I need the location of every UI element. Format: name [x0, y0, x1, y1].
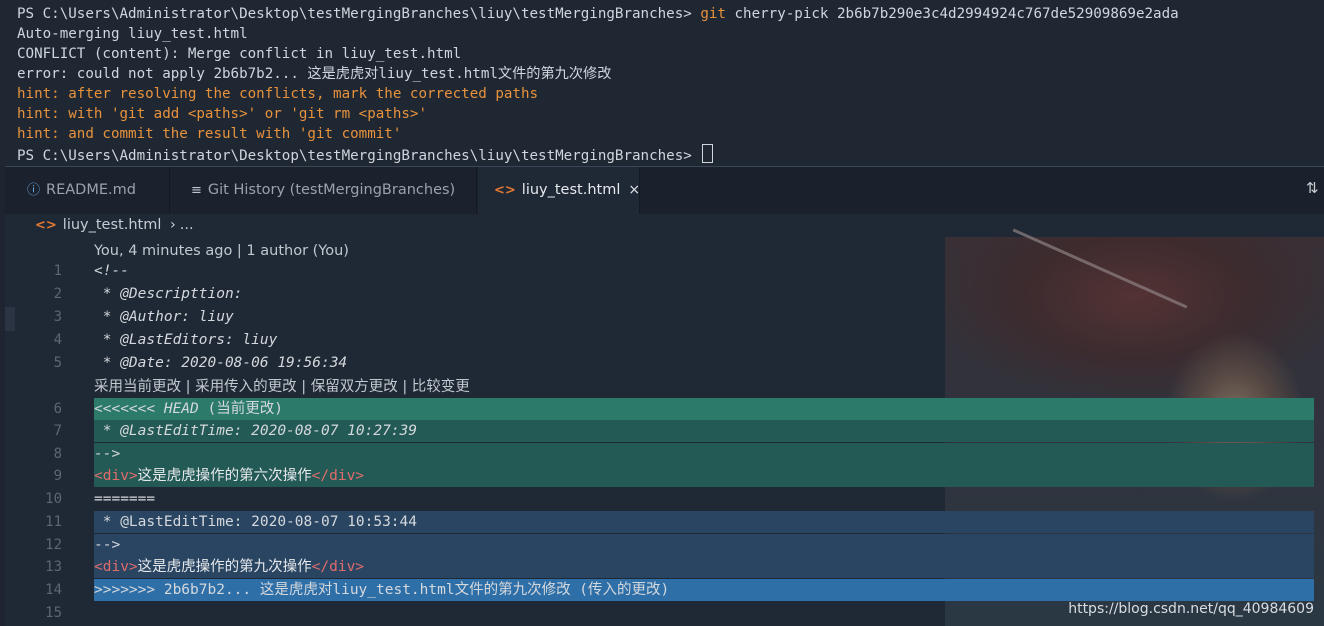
terminal-hint-line: hint: with 'git add <paths>' or 'git rm …: [17, 106, 427, 122]
code-icon: <>: [494, 183, 516, 198]
terminal-line: PS C:\Users\Administrator\Desktop\testMe…: [17, 6, 1179, 22]
terminal-prompt[interactable]: PS C:\Users\Administrator\Desktop\testMe…: [17, 144, 714, 164]
conflict-current-marker: 6 <<<<<<< HEAD (当前更改): [5, 398, 1314, 420]
code-line: 11 * @LastEditTime: 2020-08-07 10:53:44: [5, 511, 1314, 533]
tab-git-history[interactable]: ≡ Git History (testMergingBranches): [171, 167, 477, 214]
terminal-line: error: could not apply 2b6b7b2... 这是虎虎对l…: [17, 66, 612, 82]
compare-changes-icon[interactable]: ⇅: [1306, 179, 1324, 201]
close-icon[interactable]: ×: [628, 167, 640, 214]
code-line: 12 -->: [5, 534, 1314, 556]
breadcrumb: <> liuy_test.html ›...: [35, 214, 194, 236]
tab-bar: ⓘ README.md ≡ Git History (testMergingBran…: [5, 167, 1324, 214]
breadcrumb-more[interactable]: ...: [180, 217, 194, 233]
list-icon: ≡: [191, 183, 202, 198]
code-line: 5 * @Date: 2020-08-06 19:56:34: [53, 355, 348, 371]
watermark-text: https://blog.csdn.net/qq_40984609: [1068, 601, 1314, 617]
tab-label: README.md: [46, 182, 136, 198]
tab-readme[interactable]: ⓘ README.md: [5, 167, 170, 214]
terminal-cursor: [702, 144, 714, 163]
breadcrumb-separator: ›: [169, 217, 176, 233]
breadcrumb-file[interactable]: liuy_test.html: [63, 217, 162, 233]
editor-pane[interactable]: ⓘ README.md ≡ Git History (testMergingBran…: [5, 166, 1324, 626]
tab-liuy-test-html[interactable]: <> liuy_test.html ×: [478, 167, 640, 214]
git-command: git: [700, 6, 726, 22]
merge-actions-codelens[interactable]: 采用当前更改 | 采用传入的更改 | 保留双方更改 | 比较变更: [94, 376, 470, 398]
code-line: 7 * @LastEditTime: 2020-08-07 10:27:39: [5, 420, 1314, 442]
code-line: 2 * @Descripttion:: [53, 286, 243, 302]
tab-label: liuy_test.html: [521, 182, 621, 198]
blame-codelens[interactable]: You, 4 minutes ago | 1 author (You): [94, 240, 349, 262]
code-icon: <>: [35, 218, 57, 233]
code-line: 1 <!--: [53, 263, 129, 279]
terminal-hint-line: hint: and commit the result with 'git co…: [17, 126, 402, 142]
terminal-panel[interactable]: PS C:\Users\Administrator\Desktop\testMe…: [0, 0, 1324, 166]
code-line: 9 <div>这是虎虎操作的第六次操作</div>: [5, 465, 1314, 487]
conflict-separator: 10 =======: [45, 491, 156, 507]
terminal-line: CONFLICT (content): Merge conflict in li…: [17, 46, 462, 62]
code-line: 8 -->: [5, 443, 1314, 465]
code-line: 13 <div>这是虎虎操作的第九次操作</div>: [5, 556, 1314, 578]
code-line: 3 * @Author: liuy: [53, 309, 234, 325]
terminal-hint-line: hint: after resolving the conflicts, mar…: [17, 86, 539, 102]
code-line: 4 * @LastEditors: liuy: [53, 332, 278, 348]
tab-label: Git History (testMergingBranches): [207, 182, 456, 198]
conflict-incoming-marker: 14 >>>>>>> 2b6b7b2... 这是虎虎对liuy_test.html…: [5, 579, 1314, 601]
info-icon: ⓘ: [27, 183, 41, 198]
terminal-line: Auto-merging liuy_test.html: [17, 26, 248, 42]
